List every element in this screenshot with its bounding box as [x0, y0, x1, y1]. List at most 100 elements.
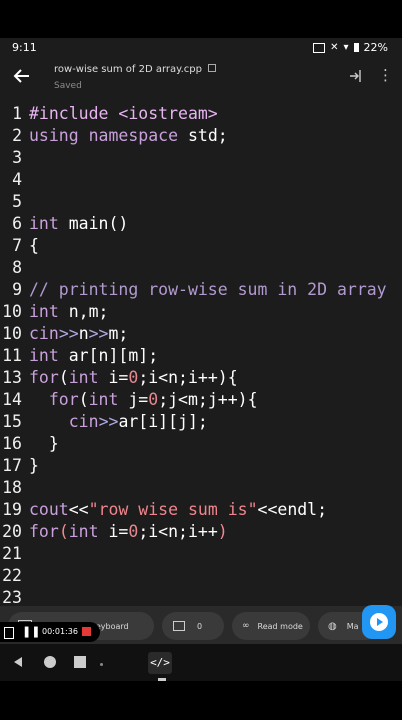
code-token: cin: [29, 324, 59, 343]
line-number: 7: [12, 236, 22, 255]
line-number: 23: [2, 588, 22, 607]
code-token: int: [88, 390, 119, 409]
code-token: >>: [58, 324, 79, 343]
comments-pill[interactable]: 0: [162, 612, 224, 640]
system-nav-bar: </>: [0, 644, 402, 681]
code-token: cin: [68, 412, 99, 431]
code-text: cin>>ar[i][j];: [29, 412, 208, 431]
code-token: ;j<m;j++){: [158, 390, 258, 409]
code-token: ;i<n;i++: [138, 522, 218, 541]
recorder-icon: [4, 627, 14, 639]
code-text: int ar[n][m];: [29, 346, 158, 365]
status-bar: 9:11 ✕ ▾ 22%: [0, 38, 402, 58]
file-name: row-wise sum of 2D array.cpp: [54, 64, 217, 75]
nav-handle: [158, 678, 166, 681]
line-number: 9: [12, 280, 22, 299]
code-text: using namespace std;: [29, 126, 228, 145]
status-icons: ✕ ▾ 22%: [313, 41, 388, 54]
code-app-icon[interactable]: </>: [148, 652, 172, 674]
battery-level: 22%: [363, 41, 388, 54]
globe-icon: ◍: [328, 620, 337, 632]
nav-recents-icon[interactable]: [74, 656, 86, 668]
code-token: int: [68, 522, 99, 541]
code-token: main(): [58, 214, 129, 233]
code-token: (: [58, 368, 69, 387]
run-button[interactable]: [362, 605, 396, 639]
code-text: int main(): [29, 214, 128, 233]
code-token: <<: [68, 500, 89, 519]
code-token: for: [48, 390, 79, 409]
line-number: 1: [12, 104, 22, 123]
read-mode-label: Read mode: [257, 621, 303, 631]
battery-icon: [353, 43, 359, 52]
line-number: 18: [2, 478, 22, 497]
code-token: "row wise sum is": [88, 500, 258, 519]
line-number: 16: [2, 434, 22, 453]
code-token: ;i<n;i++){: [138, 368, 238, 387]
read-mode-pill[interactable]: ∞ Read mode: [232, 612, 310, 640]
code-token: int: [29, 346, 59, 365]
line-number: 10: [2, 302, 22, 321]
code-text: cout<<"row wise sum is"<<endl;: [29, 500, 327, 519]
code-token: }: [29, 434, 59, 453]
nav-dot-icon: [100, 663, 103, 666]
code-token: ar[i][j];: [118, 412, 208, 431]
pause-icon[interactable]: ❚❚: [22, 625, 40, 638]
wifi-icon: ▾: [343, 42, 349, 53]
code-token: (: [78, 390, 89, 409]
line-number: 6: [12, 214, 22, 233]
code-token: cout: [29, 500, 69, 519]
status-time: 9:11: [12, 41, 37, 54]
code-token: for: [29, 522, 59, 541]
line-number: 14: [2, 390, 22, 409]
code-token: {: [29, 236, 39, 255]
code-token: int: [29, 214, 59, 233]
more-options-icon[interactable]: ⋮: [378, 66, 393, 84]
nav-home-icon[interactable]: [44, 656, 56, 668]
back-arrow-icon[interactable]: [12, 66, 32, 86]
recorder-elapsed: 00:01:36: [42, 627, 78, 636]
save-status: Saved: [54, 81, 82, 91]
code-editor[interactable]: 1 #include <iostream> 2 using namespace std…: [0, 102, 402, 650]
line-number: 4: [12, 170, 22, 189]
line-number: 3: [12, 148, 22, 167]
code-token: int: [68, 368, 99, 387]
line-number: 20: [2, 522, 22, 541]
code-token: int: [29, 302, 59, 321]
nav-back-icon[interactable]: [12, 656, 24, 668]
code-token: >>: [88, 324, 109, 343]
line-number: 22: [2, 566, 22, 585]
comment-icon: [173, 621, 185, 631]
code-token: <<endl;: [257, 500, 328, 519]
comments-count: 0: [197, 621, 203, 631]
cast-icon: [313, 42, 326, 53]
line-number: 17: [2, 456, 22, 475]
line-number: 21: [2, 544, 22, 563]
stop-icon[interactable]: [82, 627, 91, 636]
line-number: 13: [2, 368, 22, 387]
code-token: i=: [98, 368, 129, 387]
mute-icon: ✕: [330, 42, 339, 53]
code-token: j=: [118, 390, 149, 409]
app-bar: row-wise sum of 2D array.cpp Saved ⋮: [0, 58, 402, 102]
code-token: n: [78, 324, 89, 343]
line-number: 10: [2, 324, 22, 343]
code-text: }: [29, 434, 59, 453]
glasses-icon: ∞: [242, 621, 250, 631]
lock-icon: [208, 64, 217, 72]
file-name-text: row-wise sum of 2D array.cpp: [54, 64, 202, 75]
code-text: for(int j=0;j<m;j++){: [29, 390, 258, 409]
code-token: 0: [128, 368, 139, 387]
line-number: 8: [12, 258, 22, 277]
code-token: // printing row-wise sum in 2D array: [29, 280, 387, 299]
line-number: 19: [2, 500, 22, 519]
open-in-icon[interactable]: [348, 68, 364, 84]
screen-recorder: ❚❚ 00:01:36: [0, 622, 100, 642]
code-token: std;: [178, 126, 228, 145]
code-token: ar[n][m];: [58, 346, 159, 365]
code-text: cin>>n>>m;: [29, 324, 128, 343]
code-token: }: [29, 456, 39, 475]
code-token: m;: [108, 324, 129, 343]
